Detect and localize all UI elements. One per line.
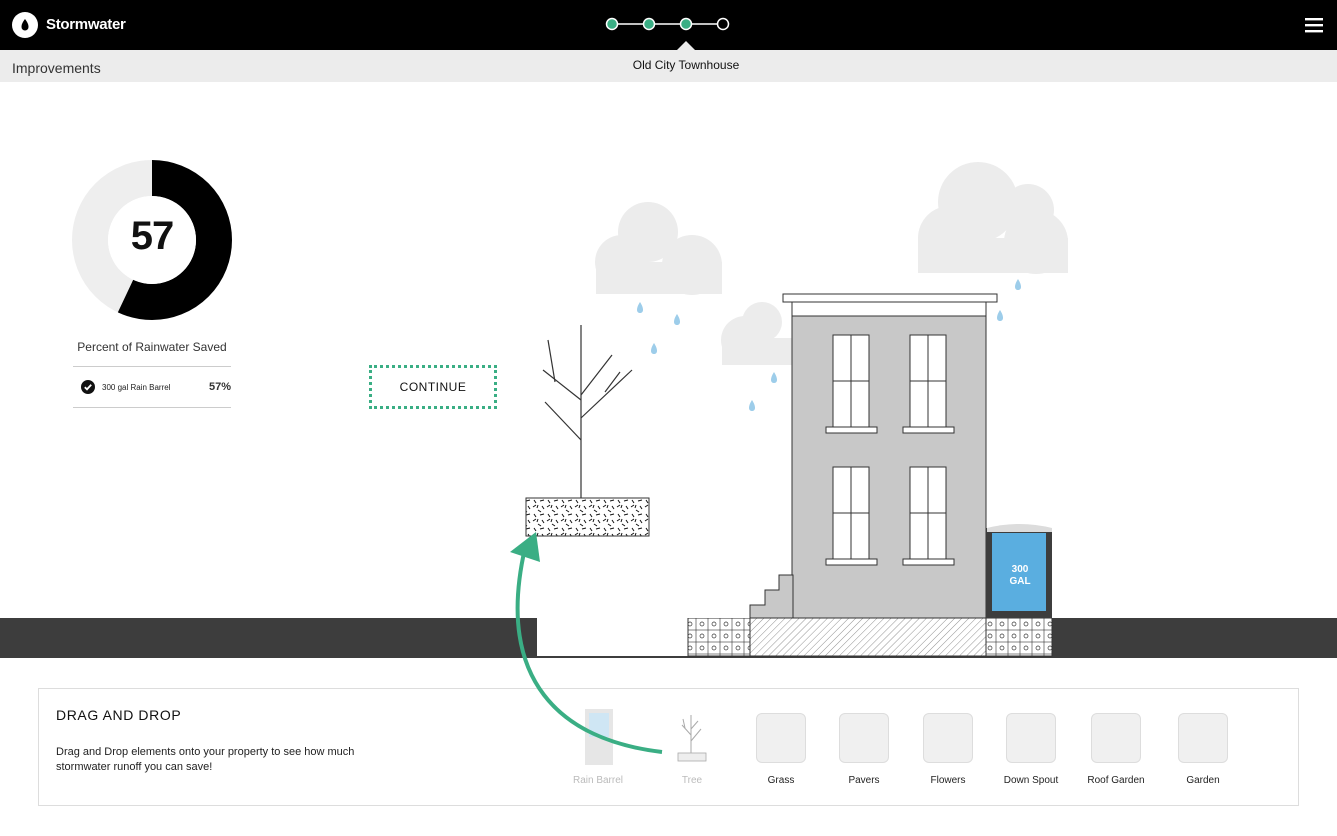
drag-drop-title: DRAG AND DROP (56, 707, 182, 723)
section-title: Improvements (12, 60, 101, 76)
tool-label: Tree (681, 775, 703, 786)
garden-tool-icon (1178, 713, 1228, 763)
hamburger-menu-icon[interactable] (1304, 16, 1324, 34)
tool-label: Grass (767, 775, 795, 786)
step-1-icon (605, 17, 619, 31)
tool-label: Roof Garden (1087, 775, 1145, 786)
cloud-left-icon (595, 202, 722, 295)
step-pointer (676, 41, 696, 51)
cloud-right-icon (918, 162, 1068, 274)
step-4-icon (716, 17, 730, 31)
tool-pavers[interactable]: Pavers (824, 713, 904, 793)
down-spout-tool-icon (1006, 713, 1056, 763)
grass-tool-icon (756, 713, 806, 763)
step-progress (605, 17, 730, 31)
property-scene: 300 GAL (525, 162, 1068, 619)
roof-garden-tool-icon (1091, 713, 1141, 763)
barrel-pavers (985, 617, 1053, 657)
drag-drop-description: Drag and Drop elements onto your propert… (56, 746, 355, 773)
barrel-capacity-unit: GAL (1009, 576, 1030, 587)
step-2-icon (642, 17, 656, 31)
pavers-tool-icon (839, 713, 889, 763)
property-name: Old City Townhouse (632, 58, 740, 72)
rain-barrel-tool-icon (585, 709, 613, 765)
tool-label: Pavers (848, 775, 880, 786)
step-3-icon (679, 17, 693, 31)
top-bar: Stormwater (0, 0, 1337, 50)
tool-flowers[interactable]: Flowers (908, 713, 988, 793)
tool-label: Flowers (930, 775, 966, 786)
app-title[interactable]: Stormwater (46, 16, 126, 33)
cloud-middle-icon (721, 302, 792, 365)
drag-drop-panel: DRAG AND DROP Drag and Drop elements ont… (38, 688, 1299, 806)
yard-soil (749, 617, 987, 657)
tool-down-spout[interactable]: Down Spout (991, 713, 1071, 793)
street-ground (0, 617, 1337, 658)
tree-icon (542, 325, 633, 498)
sidewalk-pavers (687, 617, 751, 657)
tool-tree[interactable]: Tree (652, 713, 732, 793)
tree-planter-mulch (525, 497, 650, 537)
tool-label: Rain Barrel (572, 775, 624, 786)
tool-grass[interactable]: Grass (741, 713, 821, 793)
tool-label: Garden (1186, 775, 1220, 786)
flowers-tool-icon (923, 713, 973, 763)
tree-tool-icon (677, 715, 707, 762)
water-drop-logo-icon[interactable] (12, 12, 38, 38)
barrel-capacity-number: 300 (1012, 564, 1029, 575)
tool-rain-barrel[interactable]: Rain Barrel (558, 709, 638, 793)
tool-roof-garden[interactable]: Roof Garden (1076, 713, 1156, 793)
tool-label: Down Spout (1003, 775, 1059, 786)
tool-garden[interactable]: Garden (1163, 713, 1243, 793)
